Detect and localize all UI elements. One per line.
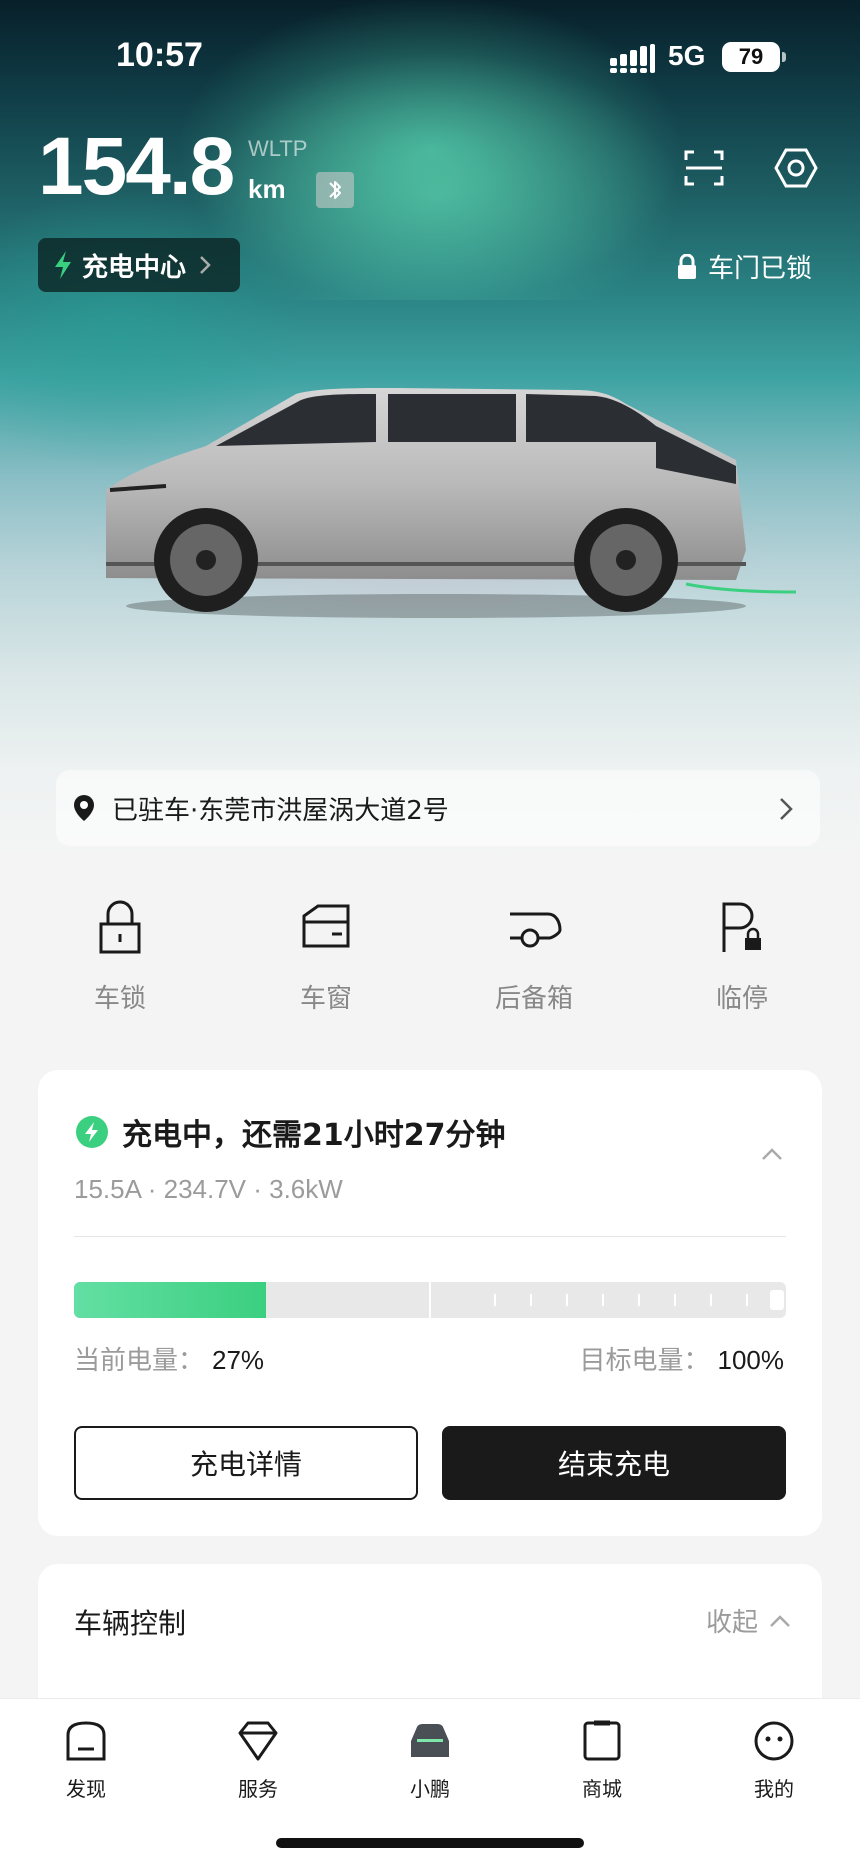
network-type: 5G (668, 40, 706, 71)
settings-icon[interactable] (772, 144, 820, 192)
target-level-value: 100% (717, 1345, 785, 1375)
vehicle-control-collapse[interactable]: 收起 (706, 1602, 792, 1639)
tab-label: 小鹏 (410, 1777, 450, 1801)
charge-center-label: 充电中心 (82, 252, 187, 283)
progress-tick (746, 1294, 748, 1306)
bluetooth-icon (316, 172, 354, 208)
window-icon (302, 904, 350, 948)
progress-tick (530, 1294, 532, 1306)
status-time: 10:57 (116, 36, 203, 74)
location-text: 已驻车·东莞市洪屋涡大道2号 (112, 795, 449, 826)
quick-action-lock[interactable]: 车锁 (50, 900, 190, 1040)
car-icon (411, 1724, 449, 1757)
lock-icon (678, 253, 696, 279)
range-unit: km (248, 174, 286, 204)
home-indicator[interactable] (276, 1838, 584, 1848)
location-pin-icon (74, 795, 94, 821)
cellular-signal-icon (610, 44, 655, 73)
chevron-up-icon (770, 1614, 790, 1627)
mall-icon (583, 1720, 621, 1761)
charging-details: 15.5A · 234.7V · 3.6kW (74, 1174, 343, 1204)
quick-action-label: 后备箱 (494, 984, 573, 1014)
chevron-right-icon (780, 798, 793, 820)
quick-action-label: 临停 (715, 984, 768, 1014)
car-image (106, 388, 796, 618)
divider (74, 1236, 786, 1237)
discover-icon (66, 1721, 106, 1761)
tab-label: 商城 (582, 1777, 622, 1801)
charging-title: 充电中，还需21小时27分钟 (122, 1118, 506, 1153)
lightning-icon (55, 251, 71, 279)
charge-center-button[interactable]: 充电中心 (38, 238, 240, 292)
tab-xpeng[interactable]: 小鹏 (370, 1719, 490, 1802)
tab-label: 我的 (754, 1777, 794, 1801)
door-lock-label: 车门已锁 (708, 254, 813, 284)
door-lock-status[interactable]: 车门已锁 (676, 248, 812, 285)
quick-action-label: 车窗 (299, 984, 352, 1014)
lock-icon (99, 900, 141, 954)
parking-location[interactable]: 已驻车·东莞市洪屋涡大道2号 (56, 770, 820, 846)
battery-tip (782, 52, 786, 62)
current-level-value: 27% (212, 1345, 265, 1375)
target-handle[interactable] (770, 1290, 784, 1310)
current-level: 当前电量： 27% (74, 1340, 264, 1377)
charge-progress-bar[interactable] (74, 1282, 786, 1318)
status-bar: 10:57 5G 79 (0, 0, 860, 110)
chevron-right-icon (200, 256, 211, 274)
trunk-icon (510, 912, 562, 948)
chevron-up-icon[interactable] (760, 1146, 784, 1162)
charging-card: 充电中，还需21小时27分钟 15.5A · 234.7V · 3.6kW 当前… (38, 1070, 822, 1536)
quick-action-parking[interactable]: 临停 (672, 900, 812, 1040)
scan-icon[interactable] (680, 144, 728, 192)
range-standard: WLTP (248, 136, 308, 161)
charge-progress-fill (74, 1282, 267, 1318)
tab-profile[interactable]: 我的 (714, 1719, 834, 1802)
tab-discover[interactable]: 发现 (26, 1719, 146, 1802)
progress-tick (602, 1294, 604, 1306)
profile-icon (754, 1721, 794, 1761)
progress-tick (674, 1294, 676, 1306)
battery-indicator: 79 (722, 42, 780, 72)
quick-actions: 车锁 车窗 后备箱 临停 (0, 900, 860, 1040)
charge-details-button[interactable]: 充电详情 (74, 1426, 418, 1500)
progress-midline (429, 1282, 431, 1318)
target-level: 目标电量： 100% (579, 1340, 784, 1377)
target-level-label: 目标电量： (579, 1346, 710, 1376)
stop-charging-button[interactable]: 结束充电 (442, 1426, 786, 1500)
progress-tick (710, 1294, 712, 1306)
progress-tick (494, 1294, 496, 1306)
quick-action-trunk[interactable]: 后备箱 (464, 900, 604, 1040)
charging-status: 充电中，还需21小时27分钟 (76, 1110, 506, 1154)
range-value: 154.8 (38, 121, 235, 212)
quick-action-label: 车锁 (93, 984, 146, 1014)
progress-tick (566, 1294, 568, 1306)
charging-icon (76, 1116, 108, 1148)
tab-label: 服务 (238, 1777, 278, 1801)
vehicle-control-title: 车辆控制 (74, 1607, 187, 1640)
service-icon (238, 1721, 278, 1761)
tab-service[interactable]: 服务 (198, 1719, 318, 1802)
collapse-label: 收起 (705, 1608, 758, 1638)
progress-tick (638, 1294, 640, 1306)
parking-icon (722, 902, 761, 952)
quick-action-window[interactable]: 车窗 (256, 900, 396, 1040)
current-level-label: 当前电量： (74, 1346, 205, 1376)
tab-mall[interactable]: 商城 (542, 1719, 662, 1802)
tab-label: 发现 (66, 1777, 106, 1801)
